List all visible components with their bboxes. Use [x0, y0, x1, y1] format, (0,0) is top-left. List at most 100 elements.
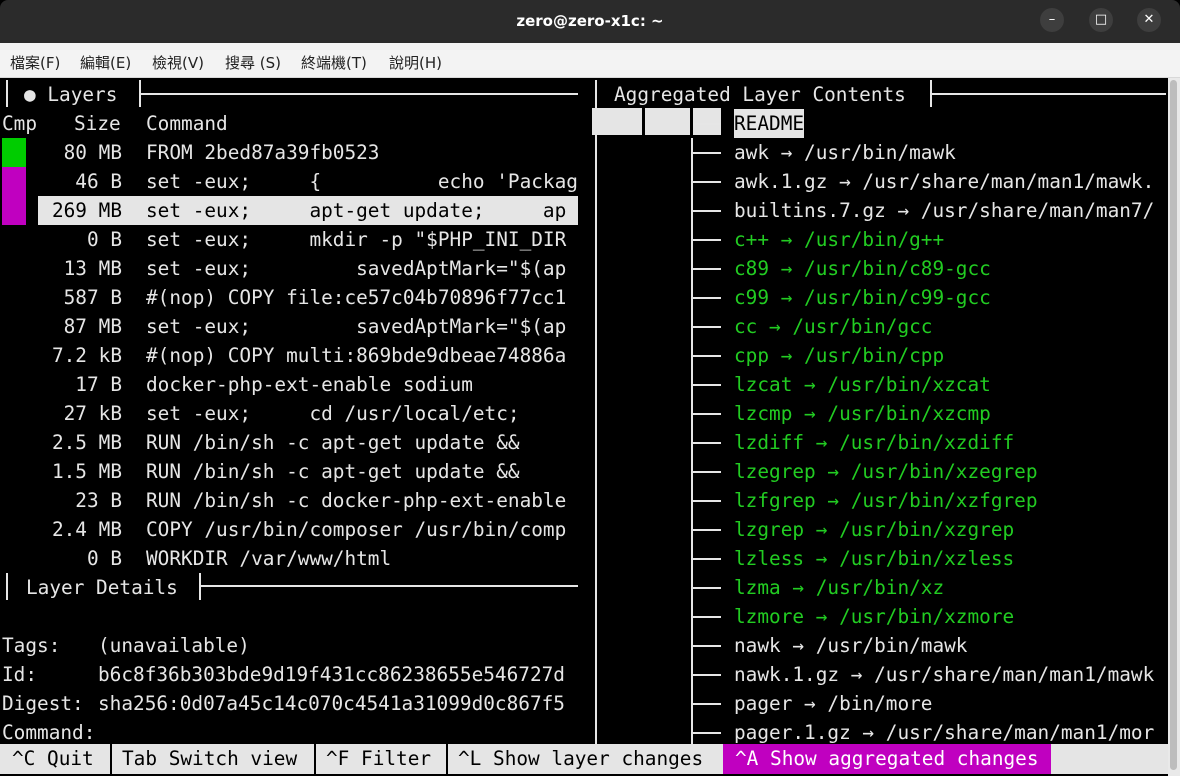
tree-branch — [693, 703, 721, 705]
keybinding-bar: ^C Quit Tab Switch view ^F Filter ^L Sho… — [0, 744, 1168, 774]
file-entry-name: nawk.1.gz → /usr/share/man/man1/mawk — [734, 663, 1155, 686]
layer-size: 2.5 MB — [51, 431, 122, 454]
column-header-command: Command — [146, 112, 228, 135]
layer-command: set -eux; mkdir -p "$PHP_INI_DIR — [146, 228, 567, 251]
id-value: b6c8f36b303bde9d19f431cc86238655e546727d — [98, 663, 565, 686]
layer-command: set -eux; cd /usr/local/etc; — [146, 402, 520, 425]
layer-command: RUN /bin/sh -c apt-get update && — [146, 431, 520, 454]
layers-title-rule — [141, 93, 578, 95]
file-entry-name: c99 → /usr/bin/c99-gcc — [734, 286, 991, 309]
tree-branch — [693, 152, 721, 154]
tree-branch — [693, 616, 721, 618]
tags-value: (unavailable) — [98, 634, 250, 657]
layer-command: docker-php-ext-enable sodium — [146, 373, 473, 396]
file-entry-name: lzcmp → /usr/bin/xzcmp — [734, 402, 991, 425]
column-header-cmp: Cmp — [2, 112, 38, 135]
menu-edit[interactable]: 編輯(E) — [80, 52, 131, 73]
tree-branch — [693, 413, 721, 415]
digest-value: sha256:0d07a45c14c070c4541a31099d0c867f5 — [98, 692, 565, 715]
file-entry-name: c89 → /usr/bin/c89-gcc — [734, 257, 991, 280]
menu-help[interactable]: 說明(H) — [389, 52, 442, 73]
details-panel-title: Layer Details — [26, 576, 178, 599]
layers-panel-title: ● Layers — [24, 83, 118, 106]
close-button[interactable]: ✕ — [1137, 8, 1161, 32]
layer-size: 1.5 MB — [51, 460, 122, 483]
file-entry-name: lzfgrep → /usr/bin/xzfgrep — [734, 489, 1038, 512]
layer-size: 0 B — [86, 228, 122, 251]
file-entry-name: lzegrep → /usr/bin/xzegrep — [734, 460, 1038, 483]
terminal-area[interactable]: ● Layers Cmp Size Command 80 MB FROM 2bed… — [0, 78, 1168, 776]
tree-header-cell — [693, 108, 721, 135]
tree-branch — [693, 268, 721, 270]
quit-key[interactable]: ^C Quit — [0, 744, 106, 774]
file-entry-name: pager.1.gz → /usr/share/man/man1/mor — [734, 721, 1155, 744]
scrollbar[interactable] — [1168, 78, 1180, 776]
layer-command: #(nop) COPY file:ce57c04b70896f77cc1 — [146, 286, 567, 309]
column-header-size: Size — [74, 112, 121, 135]
layer-command: set -eux; savedAptMark="$(ap — [146, 257, 567, 280]
window-title: zero@zero-x1c: ~ — [516, 12, 664, 30]
tree-branch — [693, 384, 721, 386]
file-entry-name: lzcat → /usr/bin/xzcat — [734, 373, 991, 396]
contents-panel-title: Aggregated Layer Contents — [614, 83, 906, 106]
menu-bar: 檔案(F) 編輯(E) 檢視(V) 搜尋 (S) 終端機(T) 說明(H) — [0, 43, 1180, 78]
layer-size: 587 B — [63, 286, 122, 309]
layer-size: 2.4 MB — [51, 518, 122, 541]
file-entry-name: cc → /usr/bin/gcc — [734, 315, 933, 338]
tree-branch — [693, 210, 721, 212]
details-title-rule — [201, 585, 578, 587]
file-entry-name: lzma → /usr/bin/xz — [734, 576, 945, 599]
layer-command: set -eux; savedAptMark="$(ap — [146, 315, 567, 338]
tags-label: Tags: — [2, 634, 61, 657]
layer-size: 17 B — [75, 373, 122, 396]
show-layer-changes-key[interactable]: ^L Show layer changes — [448, 744, 713, 774]
layer-size: 23 B — [75, 489, 122, 512]
tree-branch — [693, 442, 721, 444]
layer-command: RUN /bin/sh -c docker-php-ext-enable — [146, 489, 567, 512]
tree-branch — [693, 326, 721, 328]
file-entry-name: README — [734, 109, 805, 138]
file-entry-name: awk → /usr/bin/mawk — [734, 141, 956, 164]
menu-view[interactable]: 檢視(V) — [152, 52, 204, 73]
menu-search[interactable]: 搜尋 (S) — [225, 52, 281, 73]
tree-branch — [693, 529, 721, 531]
layer-size: 13 MB — [63, 257, 122, 280]
filter-key[interactable]: ^F Filter — [316, 744, 441, 774]
id-label: Id: — [2, 663, 38, 686]
details-title-border-left — [6, 573, 8, 600]
layer-size: 269 MB — [51, 199, 122, 222]
digest-label: Digest: — [2, 692, 84, 715]
tree-branch — [693, 181, 721, 183]
tree-branch — [693, 471, 721, 473]
maximize-button[interactable]: □ — [1089, 8, 1113, 32]
tree-header-cell — [592, 108, 642, 135]
layer-command: RUN /bin/sh -c apt-get update && — [146, 460, 520, 483]
layer-size: 87 MB — [63, 315, 122, 338]
file-entry-name: builtins.7.gz → /usr/share/man/man7/ — [734, 199, 1155, 222]
menu-terminal[interactable]: 終端機(T) — [301, 52, 367, 73]
file-entry-name: lzmore → /usr/bin/xzmore — [734, 605, 1015, 628]
contents-title-rule — [932, 93, 1166, 95]
layers-title-border-left — [6, 80, 8, 107]
file-entry-name: awk.1.gz → /usr/share/man/man1/mawk. — [734, 170, 1155, 193]
layer-size: 80 MB — [63, 141, 122, 164]
layer-size: 46 B — [75, 170, 122, 193]
menu-file[interactable]: 檔案(F) — [10, 52, 60, 73]
layer-size: 7.2 kB — [51, 344, 122, 367]
switch-view-key[interactable]: Tab Switch view — [112, 744, 307, 774]
layer-size: 0 B — [86, 547, 122, 570]
pane-divider — [595, 80, 597, 744]
tree-branch-line — [691, 138, 693, 744]
minimize-button[interactable]: – — [1040, 8, 1064, 32]
tree-branch — [693, 674, 721, 676]
layer-command: #(nop) COPY multi:869bde9dbeae74886a — [146, 344, 567, 367]
file-entry-name: pager → /bin/more — [734, 692, 933, 715]
layer-command: FROM 2bed87a39fb0523 — [146, 141, 380, 164]
tree-branch — [693, 645, 721, 647]
layer-command: COPY /usr/bin/composer /usr/bin/comp — [146, 518, 567, 541]
tree-branch — [693, 355, 721, 357]
tree-branch — [693, 123, 721, 125]
show-aggregated-changes-key[interactable]: ^A Show aggregated changes — [723, 744, 1051, 774]
scrollbar-thumb[interactable] — [1170, 80, 1177, 770]
file-entry-name: c++ → /usr/bin/g++ — [734, 228, 945, 251]
